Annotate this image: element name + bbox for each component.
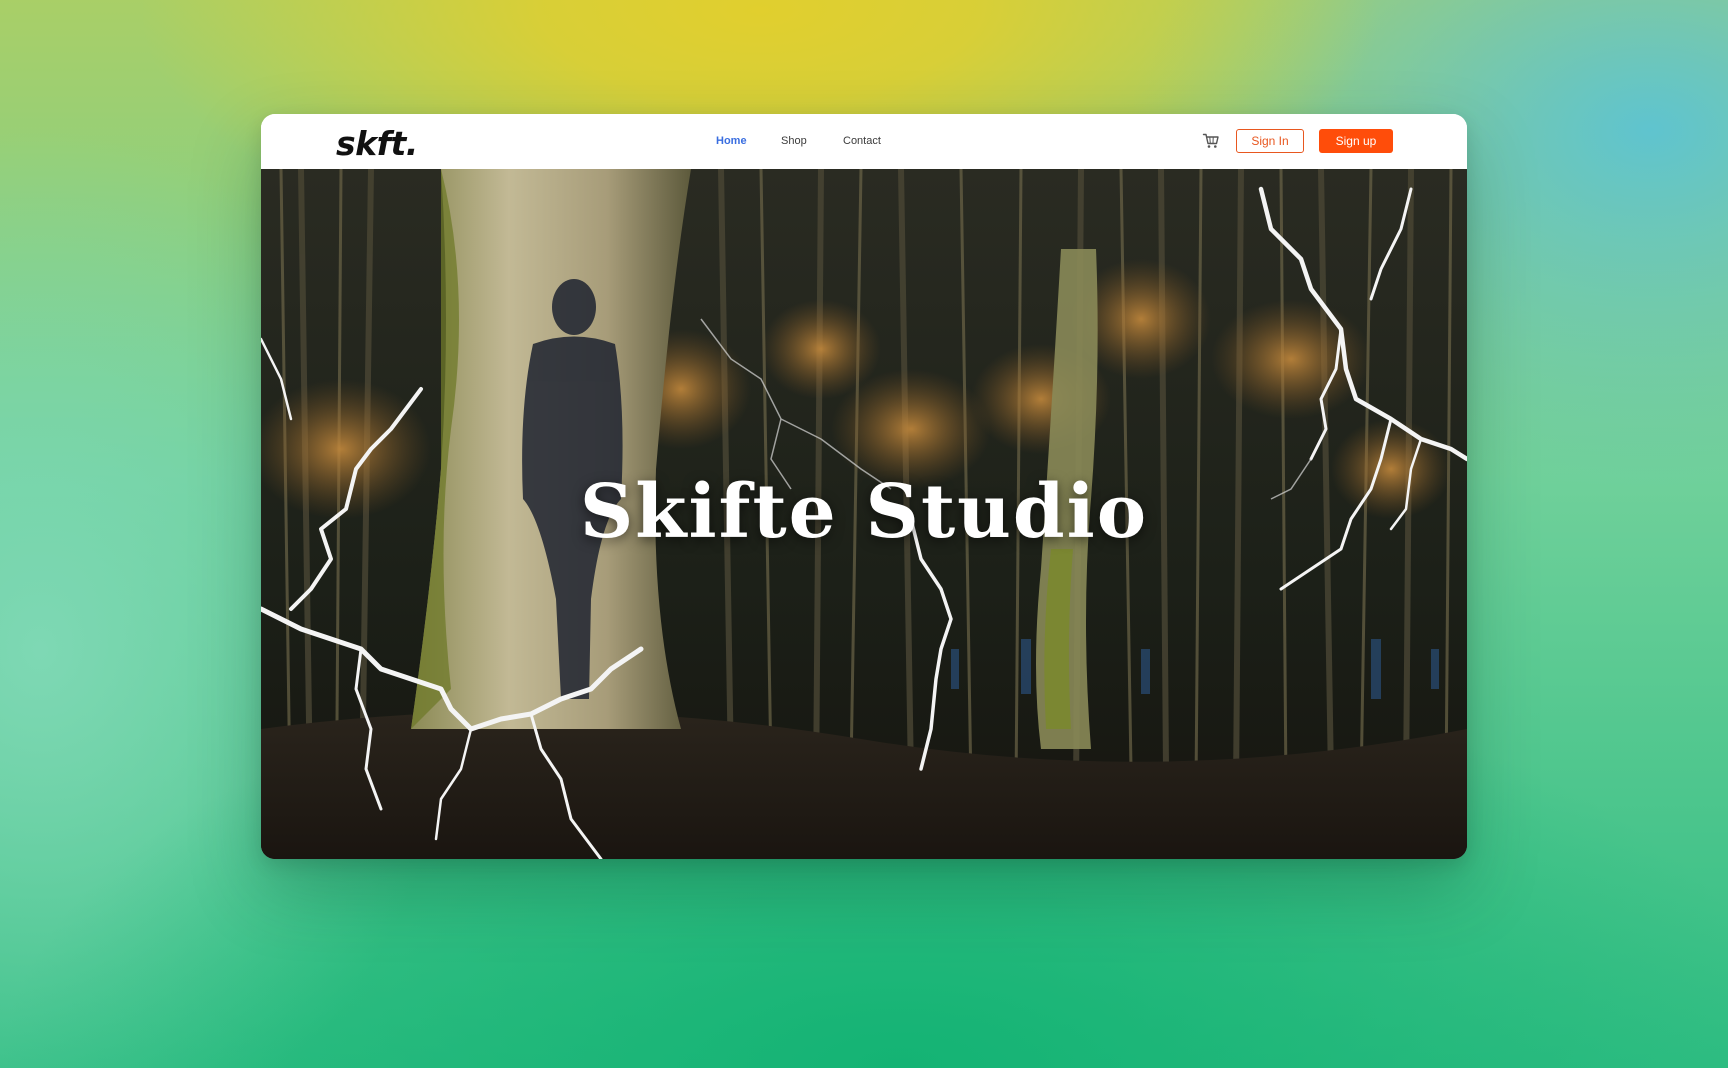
browser-window: skft. Home Shop Contact Sign In Sign up — [261, 114, 1467, 859]
sign-in-button[interactable]: Sign In — [1236, 129, 1304, 153]
hero-banner: Skifte Studio — [261, 169, 1467, 859]
cart-icon[interactable] — [1202, 132, 1220, 150]
sign-up-button[interactable]: Sign up — [1319, 129, 1393, 153]
top-navbar: skft. Home Shop Contact Sign In Sign up — [261, 114, 1467, 169]
hero-title: Skifte Studio — [579, 469, 1149, 555]
nav-shop-link[interactable]: Shop — [781, 135, 807, 147]
logo[interactable]: skft. — [336, 124, 418, 163]
nav-contact-link[interactable]: Contact — [843, 135, 881, 147]
nav-home-link[interactable]: Home — [716, 135, 747, 147]
